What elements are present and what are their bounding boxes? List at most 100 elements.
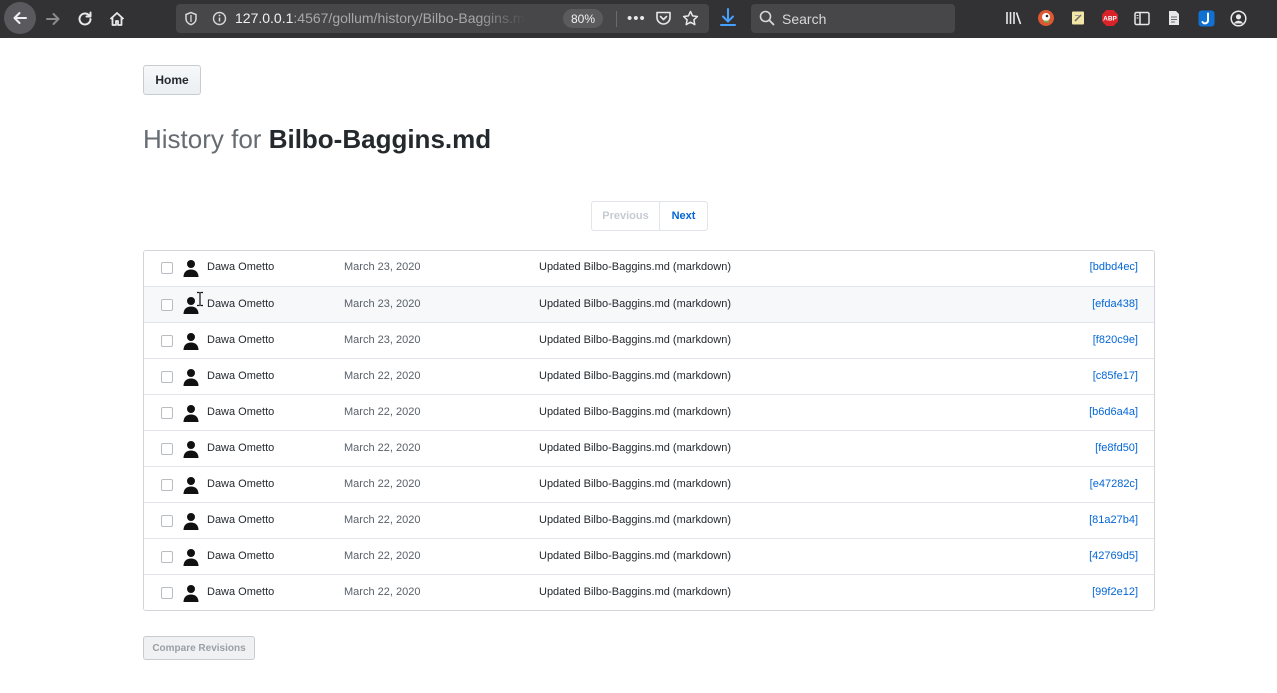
page-title-prefix: History for xyxy=(143,124,269,154)
house-icon xyxy=(109,12,125,26)
zoom-level-badge[interactable]: 80% xyxy=(563,9,603,28)
commit-message: Updated Bilbo-Baggins.md (markdown) xyxy=(539,334,731,346)
commit-author: Dawa Ometto xyxy=(207,586,275,598)
commit-sha-link[interactable]: [fe8fd50] xyxy=(1095,442,1138,454)
notes-extension[interactable] xyxy=(1069,9,1087,27)
page-actions-more-icon[interactable]: ••• xyxy=(627,10,646,27)
account-button[interactable] xyxy=(1229,9,1247,27)
user-silhouette-icon xyxy=(183,369,199,386)
commit-sha-link[interactable]: [42769d5] xyxy=(1089,550,1138,562)
joplin-extension[interactable] xyxy=(1197,9,1215,27)
commit-sha-link[interactable]: [99f2e12] xyxy=(1092,586,1138,598)
abp-icon: ABP xyxy=(1102,10,1118,26)
home-button[interactable]: Home xyxy=(143,65,201,95)
arrow-left-icon xyxy=(13,12,27,24)
commit-author: Dawa Ometto xyxy=(207,298,275,310)
search-placeholder: Search xyxy=(782,11,827,27)
history-row: Dawa Ometto March 22, 2020 Updated Bilbo… xyxy=(144,394,1154,430)
reader-view-button[interactable] xyxy=(1133,9,1151,27)
commit-message: Updated Bilbo-Baggins.md (markdown) xyxy=(539,261,731,273)
reload-button[interactable] xyxy=(70,4,100,34)
home-toolbar-button[interactable] xyxy=(102,4,132,34)
history-row: Dawa Ometto March 23, 2020 Updated Bilbo… xyxy=(144,322,1154,358)
user-silhouette-icon xyxy=(183,260,199,277)
duckduckgo-extension[interactable] xyxy=(1037,9,1055,27)
back-button[interactable] xyxy=(4,2,36,34)
commit-message: Updated Bilbo-Baggins.md (markdown) xyxy=(539,514,731,526)
info-icon[interactable] xyxy=(212,11,227,26)
forward-button[interactable] xyxy=(38,4,68,34)
user-silhouette-icon xyxy=(183,441,199,458)
user-silhouette-icon xyxy=(183,513,199,530)
url-host: 127.0.0.1 xyxy=(235,10,294,26)
commit-author: Dawa Ometto xyxy=(207,406,275,418)
library-button[interactable] xyxy=(1005,9,1023,27)
revision-checkbox[interactable] xyxy=(161,299,173,311)
search-bar[interactable]: Search xyxy=(751,4,955,33)
history-row: Dawa Ometto March 23, 2020 Updated Bilbo… xyxy=(144,286,1154,322)
revision-checkbox[interactable] xyxy=(161,443,173,455)
compare-revisions-button[interactable]: Compare Revisions xyxy=(143,636,255,660)
revision-checkbox[interactable] xyxy=(161,371,173,383)
revision-checkbox[interactable] xyxy=(161,479,173,491)
reload-icon xyxy=(78,11,92,26)
next-page-button[interactable]: Next xyxy=(660,202,707,230)
adblock-plus-extension[interactable]: ABP xyxy=(1101,9,1119,27)
history-row: Dawa Ometto March 22, 2020 Updated Bilbo… xyxy=(144,358,1154,394)
commit-sha-link[interactable]: [e47282c] xyxy=(1090,478,1138,490)
commit-author: Dawa Ometto xyxy=(207,261,275,273)
revision-checkbox[interactable] xyxy=(161,551,173,563)
shield-icon[interactable] xyxy=(184,11,198,26)
revision-checkbox[interactable] xyxy=(161,335,173,347)
url-bar[interactable]: 127.0.0.1:4567/gollum/history/Bilbo-Bagg… xyxy=(176,4,709,33)
history-row: Dawa Ometto March 22, 2020 Updated Bilbo… xyxy=(144,574,1154,610)
user-silhouette-icon xyxy=(183,405,199,422)
url-fade xyxy=(476,7,526,29)
history-list: Dawa Ometto March 23, 2020 Updated Bilbo… xyxy=(143,250,1155,611)
commit-date: March 22, 2020 xyxy=(344,550,421,562)
revision-checkbox[interactable] xyxy=(161,407,173,419)
commit-message: Updated Bilbo-Baggins.md (markdown) xyxy=(539,370,731,382)
page-title: History for Bilbo-Baggins.md xyxy=(143,124,491,155)
pagination: Previous Next xyxy=(591,201,708,231)
previous-page-button[interactable]: Previous xyxy=(592,202,660,230)
document-extension[interactable] xyxy=(1165,9,1183,27)
commit-author: Dawa Ometto xyxy=(207,442,275,454)
history-row: Dawa Ometto March 22, 2020 Updated Bilbo… xyxy=(144,538,1154,574)
commit-date: March 23, 2020 xyxy=(344,261,421,273)
commit-message: Updated Bilbo-Baggins.md (markdown) xyxy=(539,586,731,598)
arrow-right-icon xyxy=(46,13,60,25)
commit-sha-link[interactable]: [81a27b4] xyxy=(1089,514,1138,526)
commit-date: March 22, 2020 xyxy=(344,586,421,598)
user-silhouette-icon xyxy=(183,333,199,350)
download-icon[interactable] xyxy=(718,7,738,29)
joplin-icon xyxy=(1198,10,1214,26)
commit-date: March 23, 2020 xyxy=(344,334,421,346)
pocket-icon[interactable] xyxy=(655,10,672,26)
commit-message: Updated Bilbo-Baggins.md (markdown) xyxy=(539,478,731,490)
commit-message: Updated Bilbo-Baggins.md (markdown) xyxy=(539,442,731,454)
page-title-filename: Bilbo-Baggins.md xyxy=(268,124,492,154)
user-silhouette-icon xyxy=(183,549,199,566)
duck-icon xyxy=(1038,10,1054,26)
text-cursor-icon xyxy=(197,291,203,307)
commit-sha-link[interactable]: [bdbd4ec] xyxy=(1090,261,1138,273)
commit-sha-link[interactable]: [c85fe17] xyxy=(1093,370,1138,382)
history-row: Dawa Ometto March 22, 2020 Updated Bilbo… xyxy=(144,502,1154,538)
revision-checkbox[interactable] xyxy=(161,262,173,274)
commit-sha-link[interactable]: [f820c9e] xyxy=(1093,334,1138,346)
revision-checkbox[interactable] xyxy=(161,515,173,527)
star-icon[interactable] xyxy=(682,10,699,27)
commit-author: Dawa Ometto xyxy=(207,478,275,490)
commit-date: March 22, 2020 xyxy=(344,370,421,382)
history-row: Dawa Ometto March 23, 2020 Updated Bilbo… xyxy=(144,251,1154,286)
url-separator xyxy=(616,11,617,27)
commit-message: Updated Bilbo-Baggins.md (markdown) xyxy=(539,550,731,562)
revision-checkbox[interactable] xyxy=(161,587,173,599)
commit-date: March 22, 2020 xyxy=(344,514,421,526)
account-icon xyxy=(1229,9,1247,27)
commit-author: Dawa Ometto xyxy=(207,514,275,526)
commit-sha-link[interactable]: [efda438] xyxy=(1092,298,1138,310)
commit-sha-link[interactable]: [b6d6a4a] xyxy=(1089,406,1138,418)
commit-message: Updated Bilbo-Baggins.md (markdown) xyxy=(539,406,731,418)
